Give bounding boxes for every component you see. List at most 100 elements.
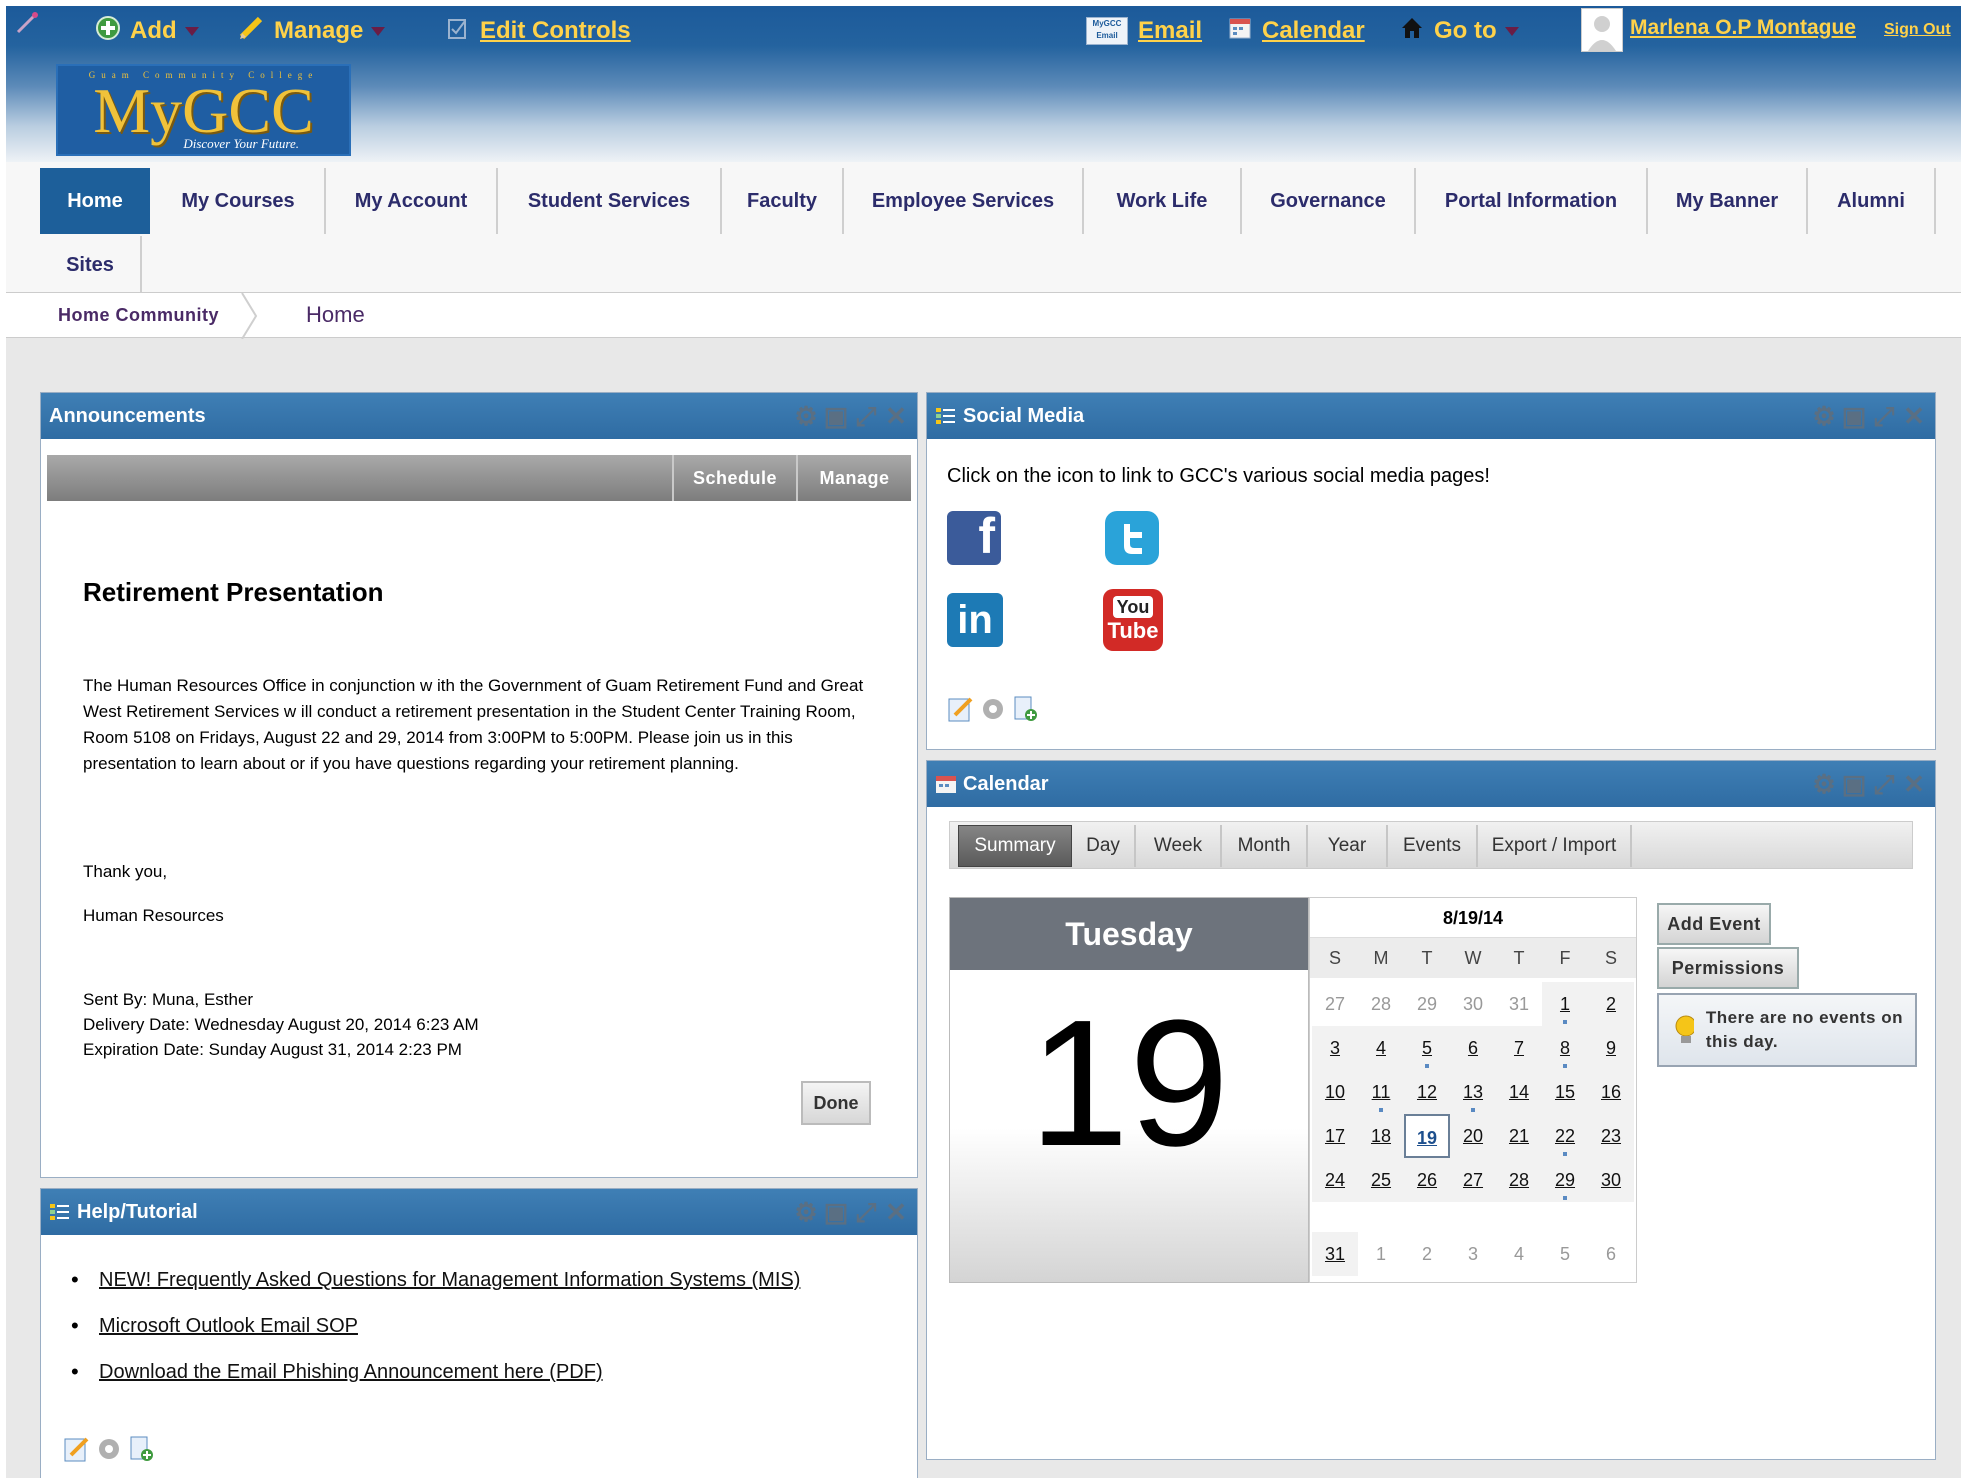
tab-year[interactable]: Year	[1308, 825, 1388, 867]
calendar-day[interactable]: 31	[1312, 1232, 1358, 1276]
maximize-icon[interactable]: ⤢	[1871, 771, 1897, 797]
add-page-icon[interactable]	[1011, 695, 1039, 723]
calendar-day[interactable]: 17	[1312, 1114, 1358, 1158]
no-events-notice: There are no events on this day.	[1657, 993, 1917, 1067]
permissions-button[interactable]: Permissions	[1657, 947, 1799, 989]
calendar-day[interactable]: 20	[1450, 1114, 1496, 1158]
gear-icon[interactable]: ⚙	[1811, 403, 1837, 429]
calendar-day[interactable]: 14	[1496, 1070, 1542, 1114]
calendar-day[interactable]: 24	[1312, 1158, 1358, 1202]
calendar-day[interactable]: 10	[1312, 1070, 1358, 1114]
nav-tab-alumni[interactable]: Alumni	[1808, 168, 1936, 234]
calendar-day[interactable]: 30	[1588, 1158, 1634, 1202]
tab-week[interactable]: Week	[1136, 825, 1222, 867]
add-page-icon[interactable]	[127, 1435, 155, 1463]
edit-portlet-icon[interactable]: ▣	[1841, 403, 1867, 429]
tools-icon[interactable]	[14, 10, 40, 36]
calendar-day[interactable]: 4	[1358, 1026, 1404, 1070]
calendar-link[interactable]: Calendar	[1228, 16, 1365, 46]
close-icon[interactable]: ✕	[883, 1199, 909, 1225]
schedule-button[interactable]: Schedule	[672, 455, 796, 501]
twitter-icon[interactable]	[1105, 511, 1159, 565]
facebook-icon[interactable]: f	[947, 508, 1001, 565]
calendar-day[interactable]: 11	[1358, 1070, 1404, 1114]
calendar-day[interactable]: 23	[1588, 1114, 1634, 1158]
calendar-day[interactable]: 6	[1450, 1026, 1496, 1070]
mygcc-logo[interactable]: Guam Community College MyGCC Discover Yo…	[56, 64, 351, 156]
nav-tab-my-account[interactable]: My Account	[326, 168, 498, 234]
calendar-day[interactable]: 25	[1358, 1158, 1404, 1202]
close-icon[interactable]: ✕	[1901, 771, 1927, 797]
add-event-button[interactable]: Add Event	[1657, 903, 1771, 945]
close-icon[interactable]: ✕	[1901, 403, 1927, 429]
add-menu[interactable]: Add	[96, 15, 199, 46]
edit-portlet-icon[interactable]: ▣	[823, 1199, 849, 1225]
nav-tab-faculty[interactable]: Faculty	[722, 168, 844, 234]
calendar-day[interactable]: 2	[1588, 982, 1634, 1026]
tab-summary[interactable]: Summary	[958, 825, 1072, 867]
nav-tab-student-services[interactable]: Student Services	[498, 168, 722, 234]
calendar-day[interactable]: 27	[1450, 1158, 1496, 1202]
nav-tab-home[interactable]: Home	[40, 168, 150, 234]
user-name-link[interactable]: Marlena O.P Montague	[1630, 16, 1856, 40]
nav-tab-portal-information[interactable]: Portal Information	[1416, 168, 1648, 234]
calendar-day[interactable]: 8	[1542, 1026, 1588, 1070]
nav-tab-employee-services[interactable]: Employee Services	[844, 168, 1084, 234]
calendar-day[interactable]: 19	[1404, 1114, 1450, 1158]
edit-portlet-icon[interactable]: ▣	[1841, 771, 1867, 797]
help-link-outlook-sop[interactable]: Microsoft Outlook Email SOP	[99, 1315, 358, 1337]
tab-events[interactable]: Events	[1388, 825, 1478, 867]
email-link[interactable]: MyGCC Email Email	[1086, 16, 1202, 46]
help-link-mis-faq[interactable]: NEW! Frequently Asked Questions for Mana…	[99, 1269, 800, 1291]
calendar-day[interactable]: 12	[1404, 1070, 1450, 1114]
settings-icon[interactable]	[95, 1435, 123, 1463]
calendar-day[interactable]: 28	[1496, 1158, 1542, 1202]
calendar-day-other-month: 6	[1588, 1232, 1634, 1276]
edit-content-icon[interactable]	[947, 695, 975, 723]
calendar-day[interactable]: 9	[1588, 1026, 1634, 1070]
calendar-portlet: Calendar ⚙ ▣ ⤢ ✕ Summary Day Week Month …	[926, 760, 1936, 1460]
nav-tab-my-courses[interactable]: My Courses	[152, 168, 326, 234]
settings-icon[interactable]	[979, 695, 1007, 723]
maximize-icon[interactable]: ⤢	[853, 1199, 879, 1225]
announcement-body: The Human Resources Office in conjunctio…	[83, 676, 864, 773]
calendar-day[interactable]: 15	[1542, 1070, 1588, 1114]
tab-month[interactable]: Month	[1222, 825, 1308, 867]
maximize-icon[interactable]: ⤢	[853, 403, 879, 429]
gear-icon[interactable]: ⚙	[1811, 771, 1837, 797]
calendar-day[interactable]: 5	[1404, 1026, 1450, 1070]
calendar-day[interactable]: 7	[1496, 1026, 1542, 1070]
calendar-day[interactable]: 3	[1312, 1026, 1358, 1070]
calendar-day[interactable]: 21	[1496, 1114, 1542, 1158]
calendar-day[interactable]: 13	[1450, 1070, 1496, 1114]
nav-tab-governance[interactable]: Governance	[1242, 168, 1416, 234]
close-icon[interactable]: ✕	[883, 403, 909, 429]
youtube-icon[interactable]: You Tube	[1103, 589, 1163, 651]
nav-tab-sites[interactable]: Sites	[40, 236, 142, 294]
avatar[interactable]	[1581, 8, 1623, 52]
maximize-icon[interactable]: ⤢	[1871, 403, 1897, 429]
edit-controls-link[interactable]: Edit Controls	[446, 16, 631, 46]
edit-content-icon[interactable]	[63, 1435, 91, 1463]
calendar-day[interactable]: 1	[1542, 982, 1588, 1026]
edit-portlet-icon[interactable]: ▣	[823, 403, 849, 429]
tab-export-import[interactable]: Export / Import	[1478, 825, 1632, 867]
gear-icon[interactable]: ⚙	[793, 403, 819, 429]
calendar-day[interactable]: 22	[1542, 1114, 1588, 1158]
calendar-day[interactable]: 29	[1542, 1158, 1588, 1202]
calendar-day[interactable]: 26	[1404, 1158, 1450, 1202]
nav-tab-my-banner[interactable]: My Banner	[1648, 168, 1808, 234]
manage-button[interactable]: Manage	[796, 455, 911, 501]
breadcrumb-community-link[interactable]: Home Community	[58, 305, 219, 326]
tab-day[interactable]: Day	[1072, 825, 1136, 867]
sign-out-link[interactable]: Sign Out	[1884, 21, 1951, 39]
gear-icon[interactable]: ⚙	[793, 1199, 819, 1225]
calendar-day[interactable]: 18	[1358, 1114, 1404, 1158]
nav-tab-work-life[interactable]: Work Life	[1084, 168, 1242, 234]
linkedin-icon[interactable]: in	[947, 593, 1003, 647]
help-link-phishing-pdf[interactable]: Download the Email Phishing Announcement…	[99, 1361, 603, 1383]
goto-menu[interactable]: Go to	[1400, 16, 1519, 46]
calendar-day[interactable]: 16	[1588, 1070, 1634, 1114]
done-button[interactable]: Done	[801, 1081, 871, 1125]
manage-menu[interactable]: Manage	[238, 16, 386, 46]
